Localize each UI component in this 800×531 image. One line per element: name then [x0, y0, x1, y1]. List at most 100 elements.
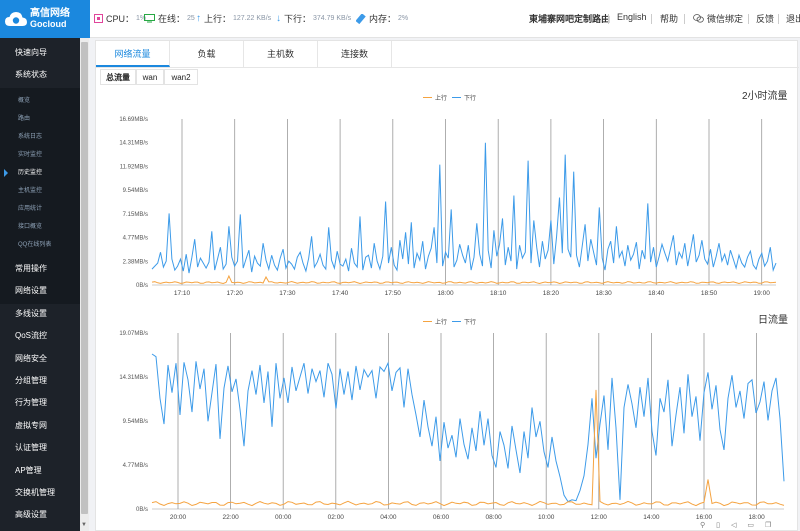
upload-value: 127.22 KB/s [233, 15, 272, 22]
memory-icon [356, 13, 366, 24]
sidebar-menu-8[interactable]: 认证管理 [0, 437, 80, 459]
sidebar-menu-7[interactable]: 虚拟专网 [0, 415, 80, 437]
tab-2[interactable]: 主机数 [244, 41, 318, 67]
memory-label: 内存： [369, 14, 397, 24]
sidebar-subitem-1[interactable]: 路由 [0, 110, 80, 128]
arrow-up-icon: ↑ [196, 13, 201, 24]
sidebar-menu-4[interactable]: 网络安全 [0, 348, 80, 370]
tab-3[interactable]: 连接数 [318, 41, 392, 67]
router-name-link[interactable]: 東埔寨网吧定制路由 [529, 12, 610, 25]
x-tick-label: 04:00 [380, 514, 397, 521]
monitor-icon [144, 14, 155, 23]
sidebar-subitem-4[interactable]: 历史监控 [0, 164, 80, 182]
series-download-line[interactable] [151, 353, 785, 503]
tab-1[interactable]: 负载 [170, 41, 244, 67]
download-label: 下行： [284, 14, 312, 24]
x-tick-label: 19:00 [754, 290, 771, 297]
y-tick-label: 4.77MB/s [123, 463, 148, 469]
y-tick-label: 0B/s [136, 283, 148, 289]
sidebar-item-1[interactable]: 系统状态 [0, 64, 80, 86]
header-divider [651, 14, 652, 24]
y-tick-label: 14.31MB/s [119, 375, 148, 381]
memory-value: 2% [398, 15, 409, 22]
online-value: 25 [187, 15, 195, 22]
header-divider [608, 14, 609, 24]
sidebar-menu-1[interactable]: 网络设置 [0, 280, 80, 302]
sidebar-scrollbar[interactable]: ▼ [80, 38, 89, 531]
subtab-0[interactable]: 总流量 [100, 69, 136, 85]
active-indicator-icon [4, 169, 8, 177]
logout-link[interactable]: 退出 [786, 12, 800, 25]
header-divider [778, 14, 779, 24]
series-upload-line[interactable] [151, 274, 777, 285]
sidebar-menu-11[interactable]: 高级设置 [0, 504, 80, 526]
sidebar-subitem-2[interactable]: 系统日志 [0, 128, 80, 146]
wechat-bind-link[interactable]: 微信绑定 [693, 12, 743, 25]
chart-day[interactable]: 0B/s 4.77MB/s 9.54MB/s 14.31MB/s 19.07MB/s 20… [96, 325, 799, 525]
copy-icon[interactable]: ❐ [765, 521, 771, 529]
x-tick-label: 18:00 [437, 290, 454, 297]
x-tick-label: 02:00 [328, 514, 345, 521]
x-tick-label: 18:00 [748, 514, 765, 521]
x-tick-label: 22:00 [222, 514, 239, 521]
bottom-toolbar: ⚲ ▯ ◁ ▭ ❐ [700, 521, 771, 529]
window-icon[interactable]: ▭ [747, 521, 754, 529]
legend-up-swatch [423, 96, 432, 99]
series-download-line[interactable] [151, 142, 777, 274]
x-tick-label: 18:20 [543, 290, 560, 297]
sidebar-menu-10[interactable]: 交换机管理 [0, 482, 80, 504]
brand-logo[interactable]: 高信网络 Gocloud [0, 0, 90, 38]
brand-name-en: Gocloud [30, 19, 67, 29]
x-tick-label: 18:40 [648, 290, 665, 297]
sidebar-subitem-0[interactable]: 概览 [0, 92, 80, 110]
language-link[interactable]: English [617, 12, 647, 22]
sidebar-subitem-5[interactable]: 主机监控 [0, 182, 80, 200]
sidebar-subitem-3[interactable]: 实时监控 [0, 146, 80, 164]
y-tick-label: 0B/s [136, 507, 148, 513]
x-tick-label: 18:50 [701, 290, 718, 297]
sidebar-menu-0[interactable]: 常用操作 [0, 258, 80, 280]
x-tick-label: 14:00 [643, 514, 660, 521]
chart-2h[interactable]: 0B/s 2.38MB/s 4.77MB/s 7.15MB/s 9.54MB/s 11.9… [96, 101, 799, 306]
y-tick-label: 11.92MB/s [120, 164, 148, 170]
sidebar-menu-6[interactable]: 行为管理 [0, 392, 80, 414]
wechat-bind-label: 微信绑定 [707, 14, 744, 24]
y-tick-label: 16.69MB/s [119, 117, 148, 123]
y-tick-label: 14.31MB/s [119, 141, 148, 147]
x-tick-label: 10:00 [538, 514, 555, 521]
sidebar-subitem-8[interactable]: QQ在线列表 [0, 236, 80, 254]
y-tick-label: 7.15MB/s [123, 212, 148, 218]
sidebar-menu-2[interactable]: 多线设置 [0, 303, 80, 325]
x-tick-label: 17:10 [174, 290, 191, 297]
sidebar-menu-9[interactable]: AP管理 [0, 460, 80, 482]
cpu-icon [94, 14, 103, 23]
legend-down-swatch [452, 320, 462, 323]
subtab-1[interactable]: wan [136, 69, 164, 85]
sidebar-menu-3[interactable]: QoS流控 [0, 325, 80, 347]
sidebar-subitem-6[interactable]: 应用统计 [0, 200, 80, 218]
online-stat: 在线： 25 [144, 12, 195, 25]
scroll-down-icon[interactable]: ▼ [81, 522, 87, 528]
sidebar-subitem-7[interactable]: 接口概览 [0, 218, 80, 236]
x-tick-label: 17:40 [332, 290, 349, 297]
x-tick-label: 17:50 [385, 290, 402, 297]
subtab-2[interactable]: wan2 [164, 69, 198, 85]
tab-0[interactable]: 网络流量 [96, 41, 170, 67]
feedback-link[interactable]: 反馈 [756, 12, 774, 25]
sidebar-item-0[interactable]: 快速向导 [0, 42, 80, 64]
share-icon[interactable]: ⚲ [700, 521, 705, 529]
x-tick-label: 17:20 [227, 290, 244, 297]
arrow-down-icon: ↓ [276, 13, 281, 24]
header-divider [748, 14, 749, 24]
sidebar: 快速向导 系统状态概览 路由 系统日志 实时监控 历史监控 主机监控 应用统计 接口概览 QQ在线… [0, 38, 80, 531]
sidebar-menu-5[interactable]: 分组管理 [0, 370, 80, 392]
help-link[interactable]: 帮助 [660, 12, 678, 25]
scrollbar-thumb[interactable] [81, 42, 88, 514]
x-tick-label: 20:00 [170, 514, 187, 521]
y-tick-label: 2.38MB/s [123, 259, 148, 265]
mobile-icon[interactable]: ▯ [716, 521, 720, 529]
x-tick-label: 17:30 [279, 290, 296, 297]
volume-icon[interactable]: ◁ [731, 521, 736, 529]
wechat-icon [693, 14, 704, 23]
online-label: 在线： [158, 14, 186, 24]
